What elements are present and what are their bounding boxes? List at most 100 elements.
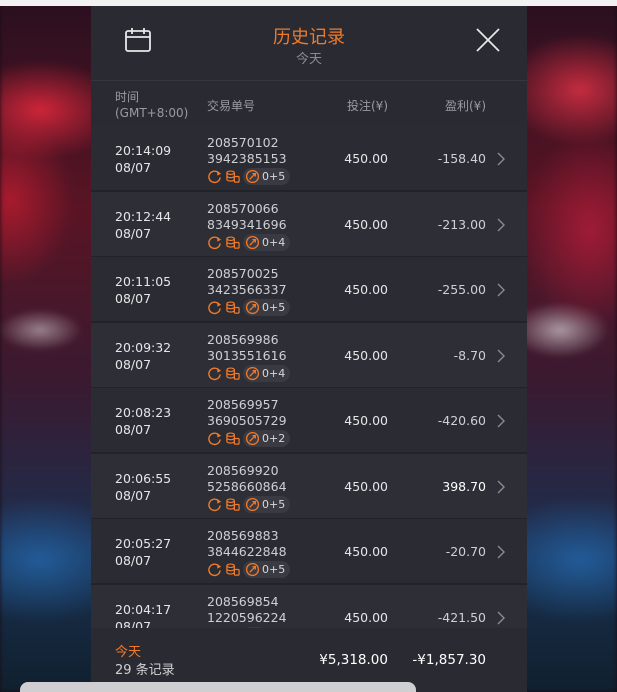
chevron-right-icon[interactable]	[496, 349, 506, 363]
record-profit: -158.40	[437, 151, 486, 166]
record-stake: 450.00	[344, 151, 388, 166]
refresh-icon	[208, 432, 222, 446]
page-title: 历史记录	[273, 27, 345, 48]
record-date: 08/07	[115, 422, 152, 437]
chevron-right-icon[interactable]	[496, 545, 506, 559]
refresh-icon	[208, 367, 222, 380]
order-number: 208569920 5258660864	[207, 463, 287, 495]
record-clock: 20:12:44	[115, 208, 172, 224]
record-stake: 450.00	[344, 216, 388, 232]
combo-label: 0+5	[262, 497, 286, 511]
record-profit: -255.00	[437, 282, 486, 297]
order-number: 208569854 1220596224	[207, 594, 287, 626]
order-number-line1: 208570025	[207, 266, 279, 281]
record-clock: 20:04:17	[115, 601, 172, 617]
order-number-line1: 208569883	[207, 528, 279, 543]
bet-type-icons: 0+5	[207, 561, 291, 578]
record-row[interactable]: 20:14:09 08/07 208570102 3942385153 0+5 450.0…	[91, 126, 527, 192]
bet-type-icons: 0+5	[207, 168, 291, 185]
chevron-right-icon[interactable]	[496, 480, 506, 494]
combo-badge: 0+5	[243, 495, 291, 513]
col-time: 时间	[115, 90, 140, 104]
record-list: 20:14:09 08/07 208570102 3942385153 0+5 450.0…	[91, 126, 527, 628]
bet-type-icons: 0+5	[207, 495, 291, 513]
record-time: 20:08:23 08/07	[115, 404, 171, 438]
bet-type-icons: 0+2	[207, 430, 291, 447]
record-date: 08/07	[115, 618, 152, 629]
chevron-right-icon[interactable]	[496, 283, 506, 297]
record-date: 08/07	[115, 553, 152, 568]
order-number-line1: 208569957	[207, 397, 279, 412]
order-number: 208569986 3013551616	[207, 332, 287, 364]
order-number-line2: 3690505729	[207, 413, 287, 428]
record-count: 29 条记录	[115, 663, 175, 678]
combo-badge: 0+4	[243, 364, 291, 382]
bottom-handle	[20, 682, 416, 692]
parlay-icon	[245, 300, 260, 315]
record-time: 20:12:44 08/07	[115, 208, 171, 242]
record-row[interactable]: 20:06:55 08/07 208569920 5258660864 0+5 450.0…	[91, 453, 527, 520]
record-row[interactable]: 20:09:32 08/07 208569986 3013551616 0+4 450.0…	[91, 322, 527, 389]
chevron-right-icon[interactable]	[496, 611, 506, 625]
record-time: 20:14:09 08/07	[115, 142, 171, 176]
bet-type-icons: 0+5	[207, 299, 291, 316]
close-icon[interactable]	[475, 27, 501, 53]
chevron-right-icon[interactable]	[496, 218, 506, 232]
order-number-line1: 208569920	[207, 462, 279, 478]
record-stake: 450.00	[344, 413, 388, 428]
chevron-right-icon[interactable]	[496, 152, 506, 166]
record-date: 08/07	[115, 487, 152, 503]
record-row[interactable]: 20:05:27 08/07 208569883 3844622848 0+5 450.0…	[91, 519, 527, 585]
combo-badge: 0+2	[243, 430, 291, 447]
record-stake: 450.00	[344, 347, 388, 363]
coins-icon	[226, 366, 240, 380]
combo-label: 0+4	[262, 366, 286, 380]
record-row[interactable]: 20:08:23 08/07 208569957 3690505729 0+2 450.0…	[91, 388, 527, 454]
record-row[interactable]: 20:12:44 08/07 208570066 8349341696 0+4 450.0…	[91, 191, 527, 258]
order-number-line1: 208570066	[207, 200, 279, 216]
col-stake: 投注(¥)	[347, 99, 388, 113]
record-clock: 20:14:09	[115, 143, 172, 158]
record-stake: 450.00	[344, 609, 388, 625]
history-panel: 历史记录 今天 时间 (GMT+8:00) 交易单号 投注(¥) 盈利(¥) 2…	[91, 6, 527, 692]
combo-badge: 0+5	[243, 299, 291, 316]
refresh-icon	[208, 498, 222, 511]
combo-label: 0+5	[262, 170, 286, 183]
order-number-line2: 3942385153	[207, 151, 287, 166]
record-row[interactable]: 20:04:17 08/07 208569854 1220596224 450.00 -4…	[91, 584, 527, 629]
coins-icon	[226, 170, 240, 183]
order-number-line1: 208570102	[207, 135, 279, 150]
record-clock: 20:09:32	[115, 339, 172, 355]
combo-badge: 0+5	[243, 561, 291, 578]
record-time: 20:04:17 08/07	[115, 601, 171, 629]
coins-icon	[226, 235, 240, 249]
total-profit: -¥1,857.30	[412, 652, 486, 668]
order-number-line1: 208569986	[207, 331, 279, 347]
refresh-icon	[208, 563, 222, 577]
combo-label: 0+4	[262, 235, 286, 249]
combo-badge: 0+4	[243, 233, 291, 251]
record-clock: 20:05:27	[115, 536, 172, 551]
chevron-right-icon[interactable]	[496, 414, 506, 428]
order-number-line2: 3013551616	[207, 347, 287, 363]
record-stake: 450.00	[344, 544, 388, 559]
record-clock: 20:06:55	[115, 470, 172, 486]
record-profit: -20.70	[445, 544, 486, 559]
order-number-line2: 5258660864	[207, 478, 287, 494]
parlay-icon	[245, 431, 260, 446]
summary-label: 今天	[115, 645, 142, 660]
bet-type-icons: 0+4	[207, 233, 291, 251]
col-time-zone: (GMT+8:00)	[115, 106, 189, 120]
order-number-line1: 208569854	[207, 593, 279, 609]
parlay-icon	[245, 497, 260, 511]
coins-icon	[226, 563, 240, 576]
parlay-icon	[245, 562, 260, 577]
record-profit: -8.70	[453, 347, 486, 363]
record-profit: -421.50	[437, 609, 486, 625]
coins-icon	[226, 301, 240, 314]
record-clock: 20:11:05	[115, 274, 172, 289]
order-number-line2: 3423566337	[207, 282, 287, 297]
record-row[interactable]: 20:11:05 08/07 208570025 3423566337 0+5 450.0…	[91, 257, 527, 323]
order-number: 208570066 8349341696	[207, 201, 287, 233]
refresh-icon	[208, 301, 222, 315]
